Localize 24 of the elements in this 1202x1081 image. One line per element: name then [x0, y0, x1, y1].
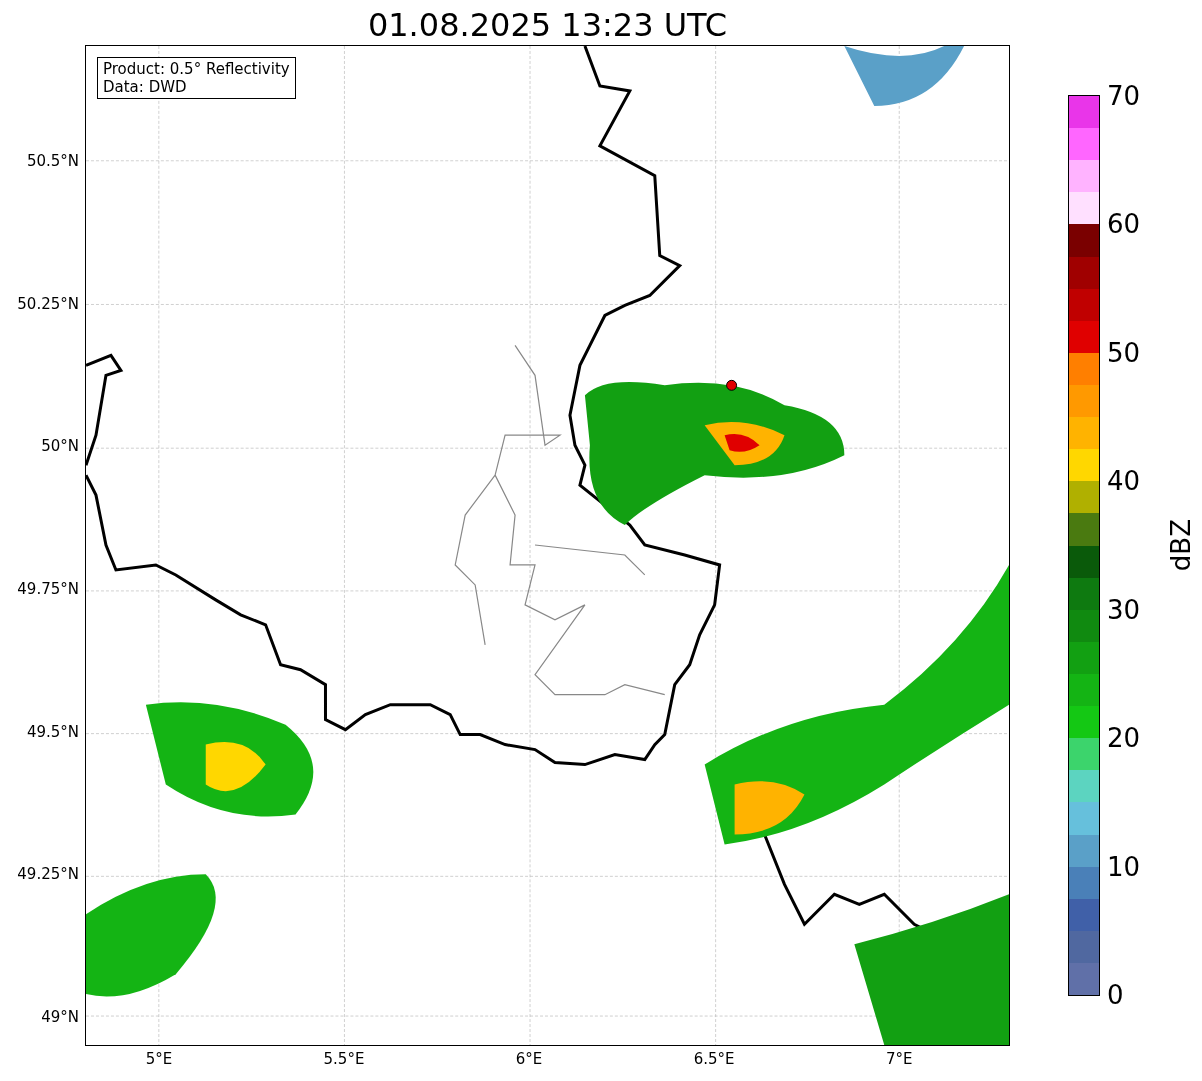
colorbar-tick-label: 70: [1107, 81, 1141, 111]
y-tick-label: 50°N: [41, 437, 79, 456]
chart-title: 01.08.2025 13:23 UTC: [367, 5, 728, 45]
colorbar-tick-label: 10: [1107, 851, 1141, 882]
colorbar-label: dBZ: [1166, 519, 1196, 572]
y-tick-label: 49.5°N: [26, 722, 79, 741]
x-tick-label: 5°E: [145, 1050, 173, 1068]
x-tick-label: 6.5°E: [693, 1050, 735, 1068]
x-tick-label: 5.5°E: [323, 1050, 365, 1068]
y-tick-label: 49.75°N: [17, 579, 79, 598]
x-tick-label: 7°E: [885, 1050, 913, 1068]
x-tick-label: 6°E: [515, 1050, 543, 1068]
legend-text: Data: DWD: [103, 78, 188, 96]
legend-text: Product: 0.5° Reflectivity: [103, 60, 290, 78]
colorbar-tick-label: 0: [1107, 980, 1124, 1010]
colorbar-tick-label: 40: [1107, 466, 1141, 497]
y-tick-label: 50.25°N: [17, 294, 79, 313]
y-tick-label: 49°N: [41, 1007, 79, 1026]
colorbar-tick-label: 60: [1107, 209, 1141, 240]
colorbar-tick-label: 30: [1107, 594, 1141, 625]
y-tick-label: 49.25°N: [17, 865, 79, 884]
colorbar-tick-label: 50: [1107, 337, 1141, 368]
y-tick-label: 50.5°N: [26, 151, 79, 170]
colorbar-tick-label: 20: [1107, 723, 1141, 754]
